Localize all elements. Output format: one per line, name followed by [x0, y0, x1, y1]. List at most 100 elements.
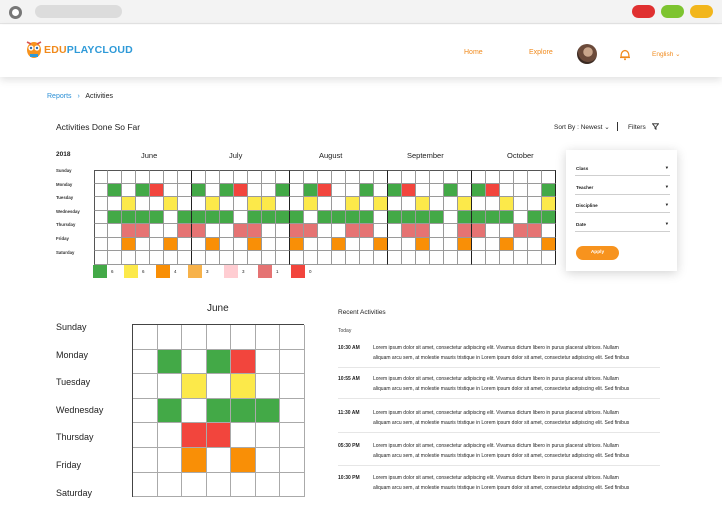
june-day-cell[interactable] [255, 325, 280, 350]
heatmap-cell [178, 197, 192, 211]
heatmap-cell [262, 237, 276, 251]
window-maximize-button[interactable] [690, 5, 713, 18]
heatmap-cell [178, 237, 192, 251]
june-day-cell[interactable] [182, 423, 207, 448]
june-day-cell[interactable] [133, 448, 158, 473]
browser-menu-icon[interactable] [9, 6, 22, 19]
filter-class-dropdown[interactable]: Class ▾ [575, 162, 670, 176]
nav-explore[interactable]: Explore [529, 49, 553, 56]
june-day-cell[interactable] [182, 349, 207, 375]
heatmap-cell [136, 210, 150, 224]
june-day-cell[interactable] [255, 448, 280, 473]
june-day-cell[interactable] [133, 325, 158, 350]
window-close-button[interactable] [632, 5, 655, 18]
heatmap-cell [528, 251, 542, 265]
sort-dropdown[interactable]: Sort By : Newest ⌄ [554, 123, 610, 131]
june-day-cell[interactable] [206, 374, 231, 399]
heatmap-cell [122, 210, 136, 224]
avatar[interactable] [577, 44, 597, 64]
apply-button[interactable]: Apply [576, 246, 619, 260]
june-day-cell[interactable] [255, 349, 280, 375]
breadcrumb-reports[interactable]: Reports [47, 93, 72, 100]
filter-teacher-dropdown[interactable]: Teacher ▾ [575, 181, 670, 195]
heatmap-day-label: Friday [56, 236, 69, 241]
june-day-cell[interactable] [255, 374, 280, 399]
june-day-cell[interactable] [280, 325, 305, 350]
june-day-cell[interactable] [182, 472, 207, 498]
heatmap-cell [500, 170, 514, 184]
heatmap-cell [444, 237, 458, 251]
june-day-cell[interactable] [231, 325, 256, 350]
june-day-cell[interactable] [280, 423, 305, 448]
bell-icon[interactable] [619, 47, 631, 61]
heatmap-cell [94, 224, 108, 238]
june-day-cell[interactable] [280, 398, 305, 424]
june-day-cell[interactable] [182, 325, 207, 350]
heatmap-cell [150, 210, 164, 224]
june-day-cell[interactable] [206, 423, 231, 448]
heatmap-cell [94, 197, 108, 211]
june-day-cell[interactable] [157, 374, 182, 399]
june-day-cell[interactable] [255, 423, 280, 448]
june-day-cell[interactable] [280, 374, 305, 399]
filters-button[interactable]: Filters [628, 123, 659, 131]
heatmap-cell [542, 183, 556, 197]
june-day-cell[interactable] [157, 423, 182, 448]
june-day-cell[interactable] [133, 349, 158, 375]
june-day-label: Saturday [56, 487, 93, 498]
breadcrumb-current: Activities [85, 93, 113, 100]
filter-field-label: Class [576, 166, 589, 171]
legend-swatch [188, 265, 202, 278]
heatmap-cell [430, 237, 444, 251]
june-day-cell[interactable] [206, 325, 231, 350]
june-day-cell[interactable] [231, 398, 256, 424]
brand-logo[interactable]: EDUPLAYCLOUD [22, 36, 133, 62]
window-minimize-button[interactable] [661, 5, 684, 18]
heatmap-cell [304, 170, 318, 184]
activity-description: Lorem ipsum dolor sit amet, consectetur … [373, 442, 629, 461]
nav-home[interactable]: Home [464, 49, 483, 56]
heatmap-cell [290, 210, 304, 224]
filter-date-dropdown[interactable]: Date ▾ [575, 218, 670, 232]
june-day-cell[interactable] [231, 423, 256, 448]
june-day-cell[interactable] [157, 448, 182, 473]
june-day-cell[interactable] [182, 374, 207, 399]
heatmap-cell [206, 197, 220, 211]
june-day-cell[interactable] [206, 349, 231, 375]
heatmap-cell [332, 251, 346, 265]
june-day-cell[interactable] [157, 472, 182, 498]
june-day-cell[interactable] [255, 472, 280, 498]
heatmap-cell [94, 237, 108, 251]
june-day-cell[interactable] [231, 448, 256, 473]
heatmap-cell [388, 210, 402, 224]
june-day-cell[interactable] [280, 472, 305, 498]
june-day-cell[interactable] [133, 472, 158, 498]
june-day-cell[interactable] [157, 398, 182, 424]
heatmap-cell [290, 224, 304, 238]
june-day-cell[interactable] [231, 374, 256, 399]
legend-value: 3 [242, 269, 245, 274]
june-day-cell[interactable] [255, 398, 280, 424]
june-day-cell[interactable] [231, 472, 256, 498]
june-day-cell[interactable] [182, 398, 207, 424]
heatmap-cell [276, 197, 290, 211]
language-selector[interactable]: English ⌄ [652, 50, 681, 58]
june-day-cell[interactable] [206, 472, 231, 498]
june-day-cell[interactable] [133, 423, 158, 448]
june-day-cell[interactable] [133, 398, 158, 424]
june-day-cell[interactable] [182, 448, 207, 473]
heatmap-cell [374, 251, 388, 265]
june-day-cell[interactable] [157, 325, 182, 350]
browser-chrome [0, 0, 722, 24]
june-day-cell[interactable] [280, 448, 305, 473]
june-day-cell[interactable] [280, 349, 305, 375]
filter-discipline-dropdown[interactable]: Discipline ▾ [575, 199, 670, 213]
june-day-cell[interactable] [206, 398, 231, 424]
heatmap-cell [108, 251, 122, 265]
june-day-cell[interactable] [133, 374, 158, 399]
address-bar[interactable] [35, 5, 122, 18]
june-day-cell[interactable] [206, 448, 231, 473]
june-day-cell[interactable] [231, 349, 256, 375]
june-day-cell[interactable] [157, 349, 182, 375]
heatmap-cell [164, 197, 178, 211]
